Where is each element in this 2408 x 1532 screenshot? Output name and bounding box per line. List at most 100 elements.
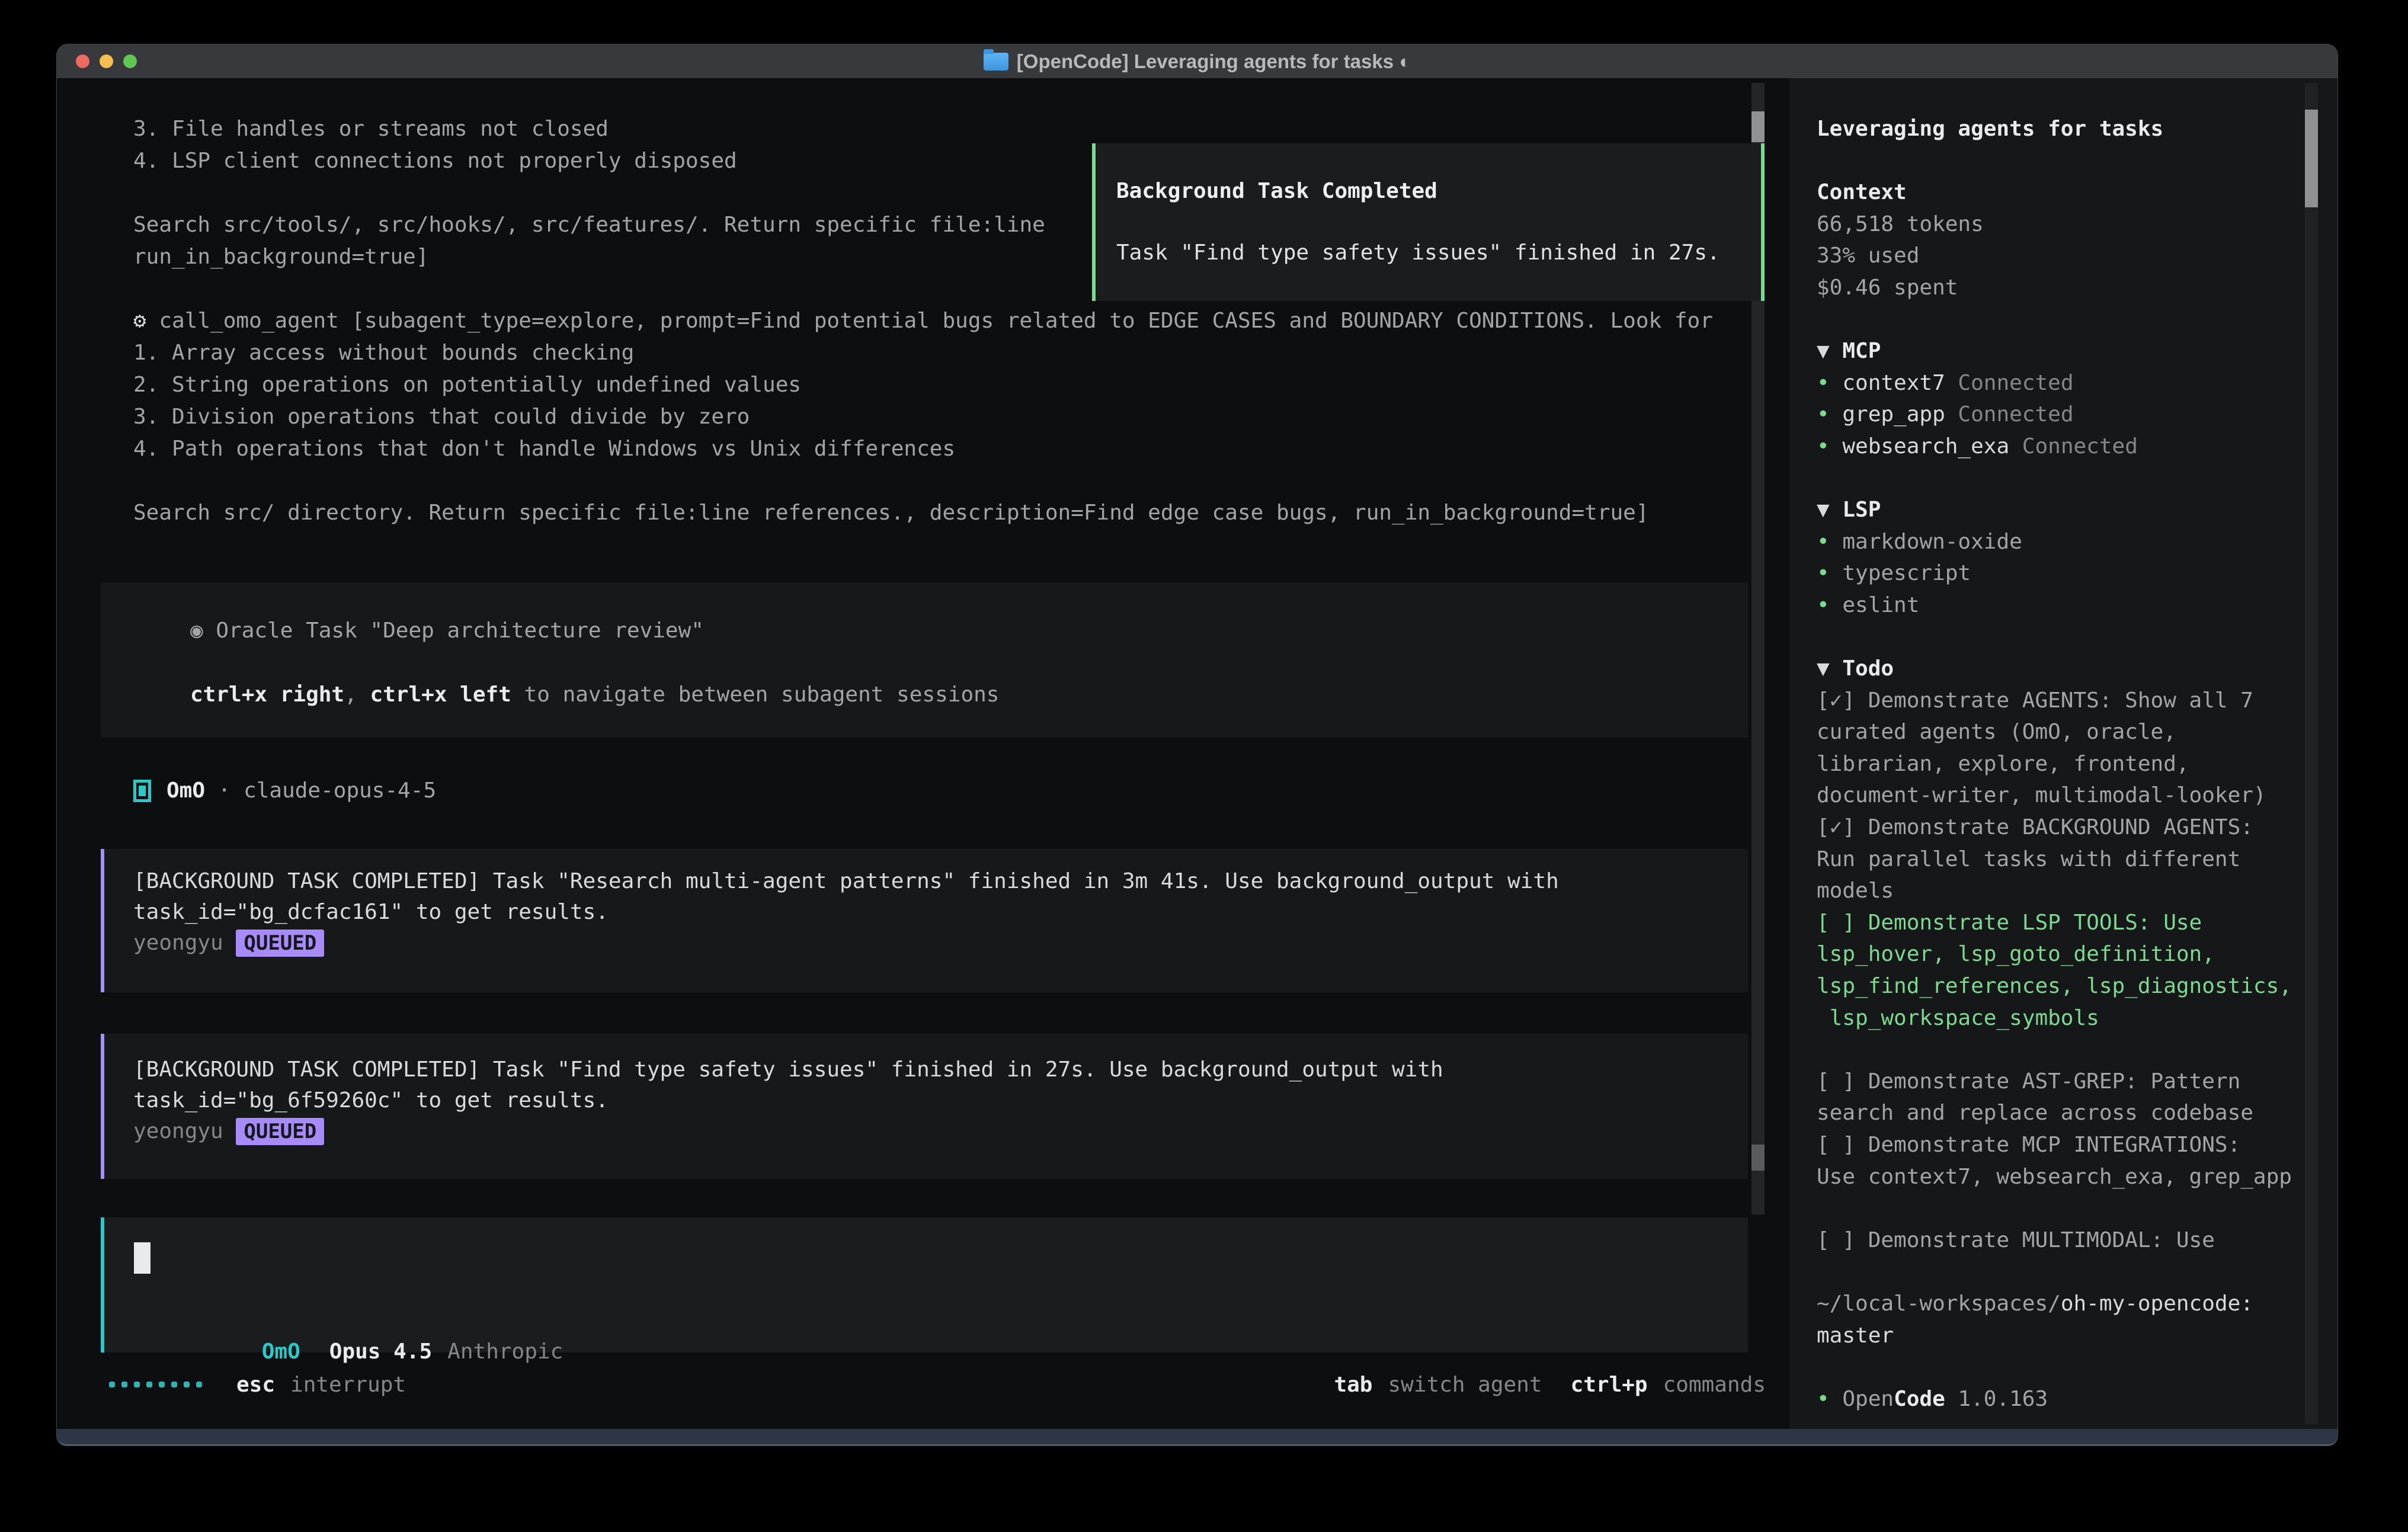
key-hint: escinterrupt [236,1373,406,1397]
terminal-line: ▼ MCP [1817,335,2292,367]
activity-dot [109,1382,115,1387]
terminal-line: task_id="bg_6f59260c" to get results. [133,1085,1443,1116]
terminal-line: [BACKGROUND TASK COMPLETED] Task "Find t… [133,1055,1443,1085]
terminal-line: 1. Array access without bounds checking [133,337,1713,369]
terminal-line: • context7 Connected [1817,367,2292,399]
traffic-lights [76,55,137,68]
subagent-session-header[interactable]: OmO · claude-opus-4-5 [133,775,436,807]
terminal-line: • OpenCode 1.0.163 [1817,1383,2292,1415]
terminal-line: $0.46 spent [1817,272,2292,304]
activity-dot [121,1382,127,1387]
main-pane[interactable]: 3. File handles or streams not closed 4. … [57,78,1789,1429]
terminal-line: 4. Path operations that don't handle Win… [133,433,1713,465]
oracle-task-card: ◉ Oracle Task "Deep architecture review"… [101,582,1748,738]
sidebar-scrollbar-thumb[interactable] [2305,110,2318,207]
terminal-line: [✓] Demonstrate AGENTS: Show all 7 [1817,685,2292,717]
terminal-line: ctrl+x right, ctrl+x left to navigate be… [190,679,999,711]
window-bottom-bar [57,1429,2337,1446]
terminal-line: [ ] Demonstrate AST-GREP: Pattern [1817,1066,2292,1098]
terminal-line: Leveraging agents for tasks [1817,113,2292,145]
terminal-line [1817,1256,2292,1288]
terminal-line: ~/local-workspaces/oh-my-opencode: [1817,1288,2292,1320]
notification-toast: Background Task Completed Task "Find typ… [1092,143,1765,301]
terminal-line: yeongyu QUEUED [133,928,1559,959]
folder-icon [984,53,1008,70]
terminal-line: Context [1817,177,2292,209]
terminal-line: • grep_app Connected [1817,399,2292,431]
terminal-line: search and replace across codebase [1817,1097,2292,1129]
model-name: Opus 4.5 [329,1339,432,1364]
close-button[interactable] [76,55,89,68]
background-task-card: [BACKGROUND TASK COMPLETED] Task "Find t… [101,1034,1748,1179]
terminal-line: task_id="bg_dcfac161" to get results. [133,897,1559,928]
main-scrollbar-thumb-bottom[interactable] [1751,1145,1765,1171]
agent-name: OmO [262,1339,300,1364]
keyhints-right: tabswitch agent ctrl+pcommands [1334,1373,1766,1397]
terminal-line: • eslint [1817,589,2292,621]
terminal-line: master [1817,1320,2292,1352]
main-scrollbar-thumb[interactable] [1751,111,1765,142]
prompt-input[interactable]: OmOOpus 4.5Anthropic [101,1217,1748,1352]
terminal-line: OmO · claude-opus-4-5 [166,775,436,807]
background-task-text: [BACKGROUND TASK COMPLETED] Task "Resear… [133,866,1559,959]
notification-body: Task "Find type safety issues" finished … [1116,237,1720,269]
activity-dot [196,1382,202,1387]
terminal-line: • markdown-oxide [1817,526,2292,558]
screen: [OpenCode] Leveraging agents for tasks ◐… [0,0,2408,1532]
terminal-line [1817,1351,2292,1383]
terminal-line: Run parallel tasks with different [1817,844,2292,876]
key-hint: ctrl+pcommands [1571,1373,1766,1397]
terminal-line: • typescript [1817,557,2292,589]
window-title-text: [OpenCode] Leveraging agents for tasks ◐ [1017,50,1411,73]
terminal-line: [BACKGROUND TASK COMPLETED] Task "Resear… [133,866,1559,897]
terminal-line [1817,463,2292,495]
model-indicator: OmOOpus 4.5Anthropic [133,1304,563,1336]
terminal-line [190,647,999,679]
sidebar[interactable]: Leveraging agents for tasks Context66,51… [1789,78,2337,1429]
terminal-line: [ ] Demonstrate MCP INTEGRATIONS: [1817,1129,2292,1161]
activity-dots [109,1382,202,1387]
terminal-line: yeongyu QUEUED [133,1116,1443,1147]
zoom-button[interactable] [123,55,137,68]
background-task-card: [BACKGROUND TASK COMPLETED] Task "Resear… [101,849,1748,992]
app-window: [OpenCode] Leveraging agents for tasks ◐… [57,44,2337,1446]
terminal-line: curated agents (OmO, oracle, [1817,716,2292,748]
terminal-line: • websearch_exa Connected [1817,431,2292,463]
sidebar-scrollbar[interactable] [2305,83,2318,1424]
notification-title: Background Task Completed [1116,175,1437,207]
status-bar: escinterrupt tabswitch agent ctrl+pcomman… [109,1368,1766,1400]
terminal-line [1817,1193,2292,1225]
terminal-line: [ ] Demonstrate LSP TOOLS: Use [1817,907,2292,939]
terminal-line: librarian, explore, frontend, [1817,748,2292,780]
oracle-task-text: ◉ Oracle Task "Deep architecture review"… [190,615,999,711]
terminal-line [133,465,1713,497]
terminal-line: lsp_workspace_symbols [1817,1002,2292,1034]
terminal-line: Use context7, websearch_exa, grep_app [1817,1161,2292,1193]
terminal-line: 3. Division operations that could divide… [133,401,1713,433]
terminal-line: 3. File handles or streams not closed [133,113,1713,145]
terminal-line: 33% used [1817,240,2292,272]
keyhints-left: escinterrupt [236,1373,406,1397]
terminal-line: ▼ LSP [1817,494,2292,526]
provider-name: Anthropic [447,1339,563,1364]
text-cursor [134,1242,150,1274]
terminal-line: ▼ Todo [1817,653,2292,685]
activity-dot [134,1382,140,1387]
terminal-line [1817,621,2292,653]
terminal-line: Search src/ directory. Return specific f… [133,497,1713,529]
terminal-line [1817,145,2292,177]
terminal-line: document-writer, multimodal-looker) [1817,780,2292,812]
activity-dot [184,1382,190,1387]
key-hint: tabswitch agent [1334,1373,1542,1397]
minimize-button[interactable] [100,55,113,68]
window-title: [OpenCode] Leveraging agents for tasks ◐ [984,50,1411,73]
titlebar[interactable]: [OpenCode] Leveraging agents for tasks ◐ [57,44,2337,78]
terminal-line: 2. String operations on potentially unde… [133,369,1713,401]
terminal-line: [ ] Demonstrate MULTIMODAL: Use [1817,1225,2292,1257]
terminal-line: lsp_find_references, lsp_diagnostics, [1817,970,2292,1002]
activity-dot [146,1382,152,1387]
terminal-line: models [1817,875,2292,907]
activity-dot [159,1382,165,1387]
sidebar-content: Leveraging agents for tasks Context66,51… [1817,113,2292,1415]
terminal-line: 66,518 tokens [1817,209,2292,241]
